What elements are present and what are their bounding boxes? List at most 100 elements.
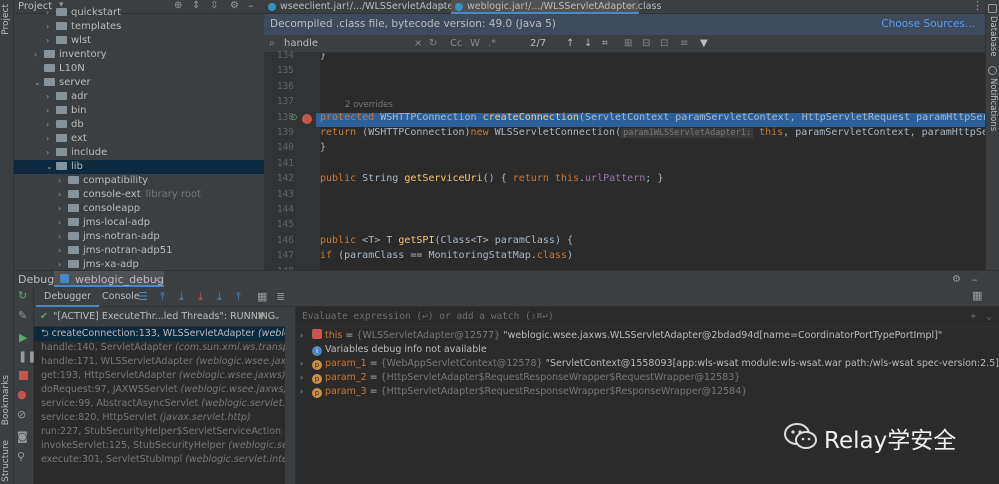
menu-icon[interactable]: ☰ [138,290,148,303]
variable-row[interactable]: › p param_1 = {WebAppServletContext@12578}… [300,357,999,371]
stop-icon[interactable] [19,371,28,380]
filter-icon[interactable]: ▼ [700,35,708,53]
tree-item[interactable]: ⌄ server [14,76,264,90]
stack-frame[interactable]: handle:171, WLSServletAdapter (weblogic.… [34,355,285,369]
chevron-down-icon[interactable]: ⌄ [273,307,281,327]
tree-item[interactable]: › wlst [14,34,264,48]
tree-item[interactable]: › ext [14,132,264,146]
select-all-occurrences-icon[interactable]: ⌗ [602,35,608,53]
rerun-icon[interactable]: ↻ [18,289,27,302]
chevron-right-icon[interactable]: › [58,174,68,188]
variable-row[interactable]: › p param_2 = {HttpServletAdapter$RequestR… [300,371,740,385]
stack-frame[interactable]: doRequest:97, JAXWSServlet (weblogic.wse… [34,383,285,397]
chevron-right-icon[interactable]: › [58,188,68,202]
tree-item[interactable]: › jms-xa-adp [14,258,264,270]
stack-frame[interactable]: service:99, AbstractAsyncServlet (weblog… [34,397,285,411]
tree-item[interactable]: › consoleapp [14,202,264,216]
variable-row[interactable]: › p param_3 = {HttpServletAdapter$RequestR… [300,385,747,399]
tree-item[interactable]: L10N [14,62,264,76]
add-watch-icon[interactable]: + [970,307,976,327]
whole-words-toggle[interactable]: W [470,35,480,53]
chevron-right-icon[interactable]: › [46,118,56,132]
stack-frame[interactable]: execute:301, ServletStubImpl (weblogic.s… [34,453,285,467]
chevron-right-icon[interactable]: › [58,216,68,230]
chevron-right-icon[interactable]: › [46,104,56,118]
tree-item[interactable]: › templates [14,20,264,34]
step-over-icon[interactable]: ⤓ [179,290,184,304]
editor-tab[interactable]: wseeclient.jar!/.../WLSServletAdapter.cl… [264,0,483,14]
stack-frame[interactable]: ⮌ createConnection:133, WLSServletAdapte… [34,327,285,341]
resume-icon[interactable]: ▶ [19,331,27,344]
evaluate-expression-input[interactable]: Evaluate expression (↩) or add a watch (… [296,307,999,327]
chevron-right-icon[interactable]: › [46,90,56,104]
force-step-into-icon[interactable]: ⤓ [198,290,203,304]
stack-frame[interactable]: run:227, StubSecurityHelper$ServletServi… [34,425,285,439]
tree-item[interactable]: › include [14,146,264,160]
chevron-right-icon[interactable]: › [46,6,56,20]
regex-toggle[interactable]: .* [488,35,496,53]
clear-search-icon[interactable]: × [414,35,422,53]
tree-item[interactable]: ⌄ lib [14,160,264,174]
align-icon[interactable]: ≡ [680,35,688,53]
project-tool-tab[interactable]: Project [1,4,11,35]
overrides-hint[interactable]: 2 overrides [345,100,393,110]
bell-icon[interactable] [988,66,997,75]
layout-icon[interactable]: ▦ [972,289,982,302]
code-editor[interactable]: 2 overrides } protected WSHTTPConnection… [320,53,985,270]
frames-scrollbar[interactable] [285,307,295,484]
wrench-icon[interactable]: ✎ [18,309,27,322]
trace-icon[interactable]: ≣ [276,290,285,303]
view-breakpoints-icon[interactable]: ● [17,388,27,401]
choose-sources-link[interactable]: Choose Sources... [881,14,975,35]
chevron-right-icon[interactable]: › [300,385,312,399]
close-icon[interactable]: × [438,0,446,14]
tree-item[interactable]: › adr [14,90,264,104]
chevron-down-icon[interactable]: ⌄ [46,160,56,174]
pin-icon[interactable]: ⚲ [17,450,25,463]
variable-row[interactable]: i Variables debug info not available [300,343,487,357]
next-match-icon[interactable]: ↓ [584,35,592,53]
minimize-icon[interactable]: – [972,271,978,288]
step-out-icon[interactable]: ⤒ [236,290,241,304]
tree-item[interactable]: › db [14,118,264,132]
close-icon[interactable]: × [153,271,162,288]
notifications-tool-tab[interactable]: Notifications [988,78,998,131]
mute-breakpoints-icon[interactable]: ⊘ [17,408,26,421]
tree-item[interactable]: › bin [14,104,264,118]
chevron-down-icon[interactable]: ⌄ [34,76,44,90]
camera-icon[interactable]: ◙ [17,430,28,443]
chevron-right-icon[interactable]: › [46,132,56,146]
chevron-right-icon[interactable]: › [46,34,56,48]
add-occurrence-icon[interactable]: ⊞ [624,35,632,53]
stack-frame[interactable]: invokeServlet:125, StubSecurityHelper (w… [34,439,285,453]
tree-item[interactable]: › console-ext library root [14,188,264,202]
previous-match-icon[interactable]: ↑ [566,35,574,53]
chevron-right-icon[interactable]: › [46,20,56,34]
stack-frame[interactable]: service:820, HttpServlet (javax.servlet.… [34,411,285,425]
tab-debugger[interactable]: Debugger [36,287,100,307]
chevron-right-icon[interactable]: › [300,329,312,343]
select-occurrences-icon[interactable]: ⊡ [660,35,668,53]
tree-item[interactable]: › compatibility [14,174,264,188]
tree-item[interactable]: › jms-notran-adp [14,230,264,244]
chevron-right-icon[interactable]: › [34,48,44,62]
gear-icon[interactable]: ⚙ [952,271,961,288]
chevron-right-icon[interactable]: › [300,371,312,385]
database-tool-tab[interactable]: Database [988,16,998,57]
tree-item[interactable]: › jms-notran-adp51 [14,244,264,258]
thread-selector[interactable]: ✔ "[ACTIVE] ExecuteThr...led Threads": R… [34,307,285,327]
tree-item[interactable]: › inventory [14,48,264,62]
bookmarks-tool-tab[interactable]: Bookmarks [1,375,11,425]
tree-item[interactable]: › jms-local-adp [14,216,264,230]
history-icon[interactable]: ↻ [429,35,437,53]
chevron-right-icon[interactable]: › [300,357,312,371]
breakpoint-icon[interactable] [302,113,312,124]
chevron-right-icon[interactable]: › [58,230,68,244]
debug-session-tab[interactable]: weblogic_debug × [54,271,164,287]
evaluate-icon[interactable]: ▦ [257,290,267,303]
stack-frame[interactable]: get:193, HttpServletAdapter (weblogic.ws… [34,369,285,383]
variable-row[interactable]: › this = {WLSServletAdapter@12577} "weblo… [300,329,942,343]
chevron-right-icon[interactable]: › [58,258,68,270]
stack-frame[interactable]: handle:140, ServletAdapter (com.sun.xml.… [34,341,285,355]
structure-tool-tab[interactable]: Structure [1,440,11,482]
